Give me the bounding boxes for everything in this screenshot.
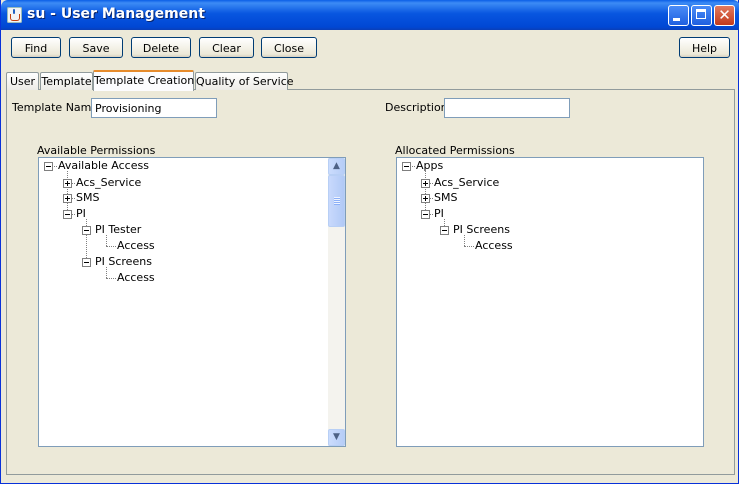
allocated-permissions-label: Allocated Permissions (395, 144, 515, 157)
tree-node-pi-screens-access[interactable]: Access (475, 239, 513, 253)
tree-node-pi[interactable]: PI (76, 207, 86, 221)
app-window: su - User Management ✕ Find Save Delete … (0, 0, 739, 484)
description-label: Description (385, 101, 448, 114)
tree-node-acs-service[interactable]: Acs_Service (434, 176, 499, 190)
close-icon: ✕ (718, 6, 731, 24)
tree-node-pi-screens-access[interactable]: Access (117, 271, 155, 285)
tree-minus-icon[interactable] (402, 162, 411, 171)
tree-node-pi-tester[interactable]: PI Tester (95, 223, 141, 237)
maximize-icon (696, 9, 706, 19)
java-coffee-cup-icon[interactable] (7, 7, 22, 23)
save-button[interactable]: Save (69, 37, 123, 58)
tree-node-pi-screens[interactable]: PI Screens (453, 223, 510, 237)
close-button[interactable]: Close (261, 37, 317, 58)
tree-node-sms[interactable]: SMS (434, 191, 457, 205)
scroll-thumb[interactable] (328, 175, 345, 227)
window-title: su - User Management (27, 6, 205, 22)
tree-plus-icon[interactable] (63, 179, 72, 188)
description-field[interactable] (444, 98, 570, 118)
tree-node-pi-screens[interactable]: PI Screens (95, 255, 152, 269)
scroll-up-button[interactable]: ▲ (328, 158, 345, 175)
available-permissions-label: Available Permissions (37, 144, 156, 157)
arrow-down-icon: ▼ (333, 432, 340, 442)
tree-minus-icon[interactable] (440, 226, 449, 235)
minimize-button[interactable] (668, 5, 689, 26)
template-name-label: Template Name (12, 101, 99, 114)
find-button[interactable]: Find (11, 37, 61, 58)
clear-button[interactable]: Clear (199, 37, 254, 58)
tree-minus-icon[interactable] (63, 210, 72, 219)
tree-node-apps[interactable]: Apps (416, 159, 443, 173)
tree-node-available-access[interactable]: Available Access (58, 159, 149, 173)
tree-minus-icon[interactable] (82, 226, 91, 235)
tab-template[interactable]: Template (40, 72, 93, 90)
tree-node-sms[interactable]: SMS (76, 191, 99, 205)
tab-quality-of-service[interactable]: Quality of Service (195, 72, 294, 90)
tree-plus-icon[interactable] (63, 194, 72, 203)
tab-content-panel: Template Name Description Available Perm… (6, 89, 735, 475)
available-permissions-tree[interactable]: Available Access Acs_Service SMS PI PI T… (38, 157, 346, 447)
tree-plus-icon[interactable] (421, 179, 430, 188)
vertical-scrollbar[interactable]: ▲ ▼ (328, 158, 345, 446)
title-bar[interactable]: su - User Management ✕ (1, 0, 739, 30)
tree-minus-icon[interactable] (82, 258, 91, 267)
tree-minus-icon[interactable] (421, 210, 430, 219)
delete-button[interactable]: Delete (131, 37, 191, 58)
tree-node-acs-service[interactable]: Acs_Service (76, 176, 141, 190)
tree-minus-icon[interactable] (44, 162, 53, 171)
tree-node-pi-tester-access[interactable]: Access (117, 239, 155, 253)
tree-plus-icon[interactable] (421, 194, 430, 203)
arrow-up-icon: ▲ (333, 161, 340, 171)
help-button[interactable]: Help (679, 37, 730, 58)
grip-icon (334, 197, 340, 205)
close-window-button[interactable]: ✕ (714, 5, 735, 26)
allocated-permissions-tree[interactable]: Apps Acs_Service SMS PI PI Screens Acces… (396, 157, 704, 447)
tab-template-creation[interactable]: Template Creation (93, 70, 194, 91)
template-name-field[interactable] (91, 98, 217, 118)
tab-user[interactable]: User (6, 72, 39, 90)
scroll-down-button[interactable]: ▼ (328, 429, 345, 446)
tree-node-pi[interactable]: PI (434, 207, 444, 221)
minimize-icon (673, 18, 680, 21)
maximize-button[interactable] (691, 5, 712, 26)
